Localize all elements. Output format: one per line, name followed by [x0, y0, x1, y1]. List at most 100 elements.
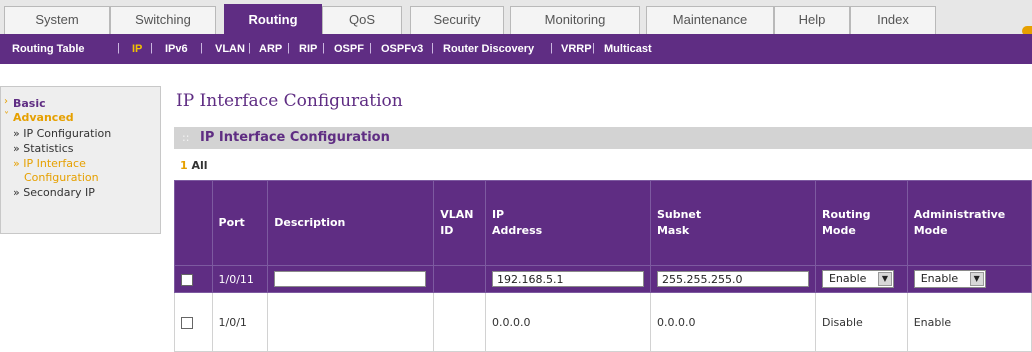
pager-all[interactable]: All — [192, 159, 208, 172]
header-routing-mode: Routing Mode — [814, 180, 908, 266]
row-routing-mode: Disable — [814, 292, 908, 352]
header-ip-label: IP — [491, 208, 505, 221]
header-description: Description — [267, 180, 435, 266]
edit-ip-cell: 192.168.5.1 — [484, 265, 651, 293]
edit-description-cell — [267, 265, 435, 293]
header-admin-label-2: Mode — [913, 224, 948, 237]
routing-mode-value: Enable — [828, 272, 867, 285]
pager-number[interactable]: 1 — [180, 159, 188, 172]
header-routing-label: Routing — [821, 208, 871, 221]
header-administrative-mode: Administrative Mode — [906, 180, 1032, 266]
page-title: IP Interface Configuration — [176, 91, 403, 111]
header-vlan-label: VLAN — [440, 208, 474, 221]
row-subnet-mask: 0.0.0.0 — [649, 292, 816, 352]
subnav-router-discovery[interactable]: Router Discovery — [443, 43, 534, 55]
sidebar-item-ip-interface-cont[interactable]: Configuration — [24, 171, 99, 184]
sidebar-item-ip-interface[interactable]: » IP Interface — [13, 157, 86, 170]
tab-maintenance[interactable]: Maintenance — [646, 6, 774, 34]
edit-routing-cell: Enable ▼ — [814, 265, 908, 293]
pager: 1 All — [180, 159, 208, 172]
header-vlan-id: VLAN ID — [433, 180, 486, 266]
row-admin-mode: Enable — [906, 292, 1032, 352]
header-subnet-mask: Subnet Mask — [649, 180, 816, 266]
subnav-ospfv3[interactable]: OSPFv3 — [381, 43, 423, 55]
dropdown-arrow-icon: ▼ — [877, 272, 892, 286]
subnav-vlan[interactable]: VLAN — [215, 43, 245, 55]
chevron-right-icon: › — [4, 96, 8, 107]
subnav-ipv6[interactable]: IPv6 — [165, 43, 188, 55]
row-ip-address: 0.0.0.0 — [484, 292, 651, 352]
subnav-arp[interactable]: ARP — [259, 43, 282, 55]
subnav-separator: | — [287, 42, 290, 54]
tab-monitoring[interactable]: Monitoring — [510, 6, 640, 34]
header-select — [174, 180, 213, 266]
header-port: Port — [211, 180, 269, 266]
ip-address-input[interactable]: 192.168.5.1 — [491, 271, 644, 287]
subnav-separator: | — [322, 42, 325, 54]
dropdown-arrow-icon: ▼ — [969, 272, 984, 286]
section-title: IP Interface Configuration — [200, 130, 390, 145]
tab-system[interactable]: System — [4, 6, 110, 34]
header-subnet-label-2: Mask — [656, 224, 690, 237]
subnav-separator: | — [200, 42, 203, 54]
section-grip-icon: :: — [182, 131, 190, 144]
header-port-label: Port — [218, 216, 245, 229]
sidebar-item-ip-configuration[interactable]: » IP Configuration — [13, 127, 111, 140]
subnav-vrrp[interactable]: VRRP — [561, 43, 592, 55]
sidebar-advanced[interactable]: Advanced — [13, 111, 74, 124]
tab-help[interactable]: Help — [774, 6, 850, 34]
subnav-separator: | — [550, 42, 553, 54]
sub-navigation: Routing Table | IP | IPv6 | VLAN | ARP |… — [0, 34, 1032, 64]
chevron-down-icon: ˅ — [4, 111, 9, 122]
header-ip-address: IP Address — [484, 180, 651, 266]
row-description — [267, 292, 435, 352]
subnav-ospf[interactable]: OSPF — [334, 43, 364, 55]
subnav-separator: | — [117, 42, 120, 54]
table-header-row: Port Description VLAN ID IP Address Subnet… — [174, 180, 1032, 266]
subnet-mask-input[interactable]: 255.255.255.0 — [656, 271, 809, 287]
ip-interface-table: Port Description VLAN ID IP Address Subnet… — [174, 180, 1032, 352]
table-row: 1/0/1 0.0.0.0 0.0.0.0 Disable Enable — [174, 292, 1032, 352]
subnav-separator: | — [248, 42, 251, 54]
header-subnet-label: Subnet — [656, 208, 702, 221]
section-header: :: IP Interface Configuration — [174, 127, 1032, 149]
tab-qos[interactable]: QoS — [322, 6, 402, 34]
left-sidebar: › Basic ˅ Advanced » IP Configuration » … — [0, 86, 161, 234]
row-select-cell — [174, 292, 213, 352]
sidebar-item-statistics[interactable]: » Statistics — [13, 142, 74, 155]
subnav-multicast[interactable]: Multicast — [604, 43, 652, 55]
tab-routing[interactable]: Routing — [224, 4, 322, 34]
tab-index[interactable]: Index — [850, 6, 936, 34]
admin-mode-select[interactable]: Enable ▼ — [913, 270, 986, 288]
subnav-separator: | — [369, 42, 372, 54]
edit-admin-cell: Enable ▼ — [906, 265, 1032, 293]
edit-port: 1/0/11 — [211, 265, 269, 293]
tab-switching[interactable]: Switching — [110, 6, 216, 34]
subnav-separator: | — [592, 42, 595, 54]
row-select-checkbox[interactable] — [181, 273, 193, 286]
header-admin-label: Administrative — [913, 208, 1006, 221]
subnav-separator: | — [150, 42, 153, 54]
header-vlan-label-2: ID — [440, 224, 454, 237]
header-description-label: Description — [274, 216, 346, 229]
edit-vlan-id — [433, 265, 486, 293]
row-select-checkbox[interactable] — [181, 316, 193, 329]
subnav-routing-table[interactable]: Routing Table — [12, 43, 85, 55]
table-edit-row: 1/0/11 192.168.5.1 255.255.255.0 Enable ▼… — [174, 265, 1032, 293]
row-port: 1/0/1 — [211, 292, 269, 352]
sidebar-basic[interactable]: Basic — [13, 97, 46, 110]
tab-security[interactable]: Security — [410, 6, 504, 34]
subnav-rip[interactable]: RIP — [299, 43, 317, 55]
header-routing-label-2: Mode — [821, 224, 856, 237]
routing-mode-select[interactable]: Enable ▼ — [821, 270, 894, 288]
subnav-separator: | — [431, 42, 434, 54]
top-tab-bar: System Switching Routing QoS Security Mo… — [0, 0, 1032, 36]
admin-mode-value: Enable — [920, 272, 959, 285]
description-input[interactable] — [274, 271, 427, 287]
row-vlan-id — [433, 292, 486, 352]
edit-select-cell — [174, 265, 213, 293]
subnav-ip[interactable]: IP — [132, 43, 142, 55]
edit-subnet-cell: 255.255.255.0 — [649, 265, 816, 293]
header-ip-label-2: Address — [491, 224, 543, 237]
sidebar-item-secondary-ip[interactable]: » Secondary IP — [13, 186, 95, 199]
